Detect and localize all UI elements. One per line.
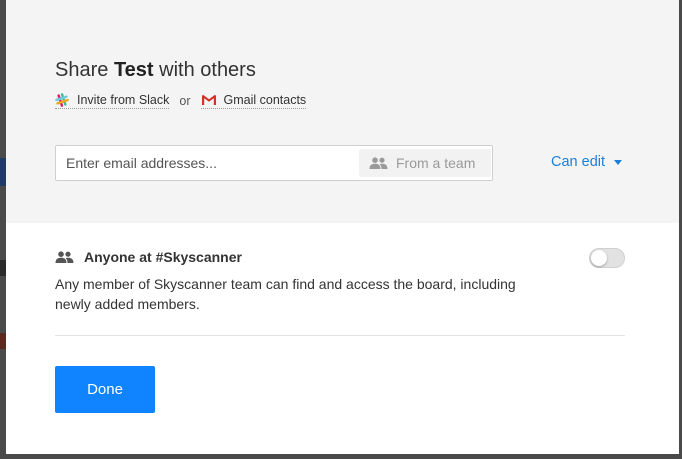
title-prefix: Share <box>55 59 114 81</box>
gmail-label: Gmail contacts <box>223 93 307 107</box>
team-access-label: Anyone at #Skyscanner <box>84 249 242 265</box>
gmail-icon <box>201 95 216 105</box>
email-input[interactable] <box>56 146 366 180</box>
slack-label: Invite from Slack <box>77 93 170 107</box>
team-access-description: Any member of Skyscanner team can find a… <box>55 276 516 312</box>
people-icon <box>55 251 74 263</box>
title-suffix: with others <box>153 59 256 81</box>
gmail-contacts-link[interactable]: Gmail contacts <box>200 93 307 109</box>
share-dialog: Share Test with others Invite from Slack… <box>6 0 679 454</box>
section-divider <box>55 335 625 336</box>
dialog-title: Share Test with others <box>55 59 256 82</box>
people-icon <box>369 157 388 169</box>
team-access-title: Anyone at #Skyscanner <box>55 249 242 265</box>
invite-options: Invite from Slack or Gmail contacts <box>55 92 307 110</box>
caret-down-icon <box>614 159 623 165</box>
invite-from-slack-link[interactable]: Invite from Slack <box>55 93 170 109</box>
from-a-team-button[interactable]: From a team <box>359 149 491 177</box>
or-separator: or <box>179 94 191 108</box>
toggle-knob <box>591 250 607 266</box>
done-button[interactable]: Done <box>55 366 155 413</box>
from-team-label: From a team <box>396 155 476 171</box>
permission-dropdown[interactable]: Can edit <box>551 154 623 170</box>
email-invite-box: From a team <box>55 145 493 181</box>
share-header-section: Share Test with others Invite from Slack… <box>6 0 679 223</box>
slack-icon <box>55 93 69 107</box>
board-name: Test <box>113 59 154 81</box>
team-access-toggle[interactable] <box>589 248 625 268</box>
permission-selected: Can edit <box>551 154 606 170</box>
